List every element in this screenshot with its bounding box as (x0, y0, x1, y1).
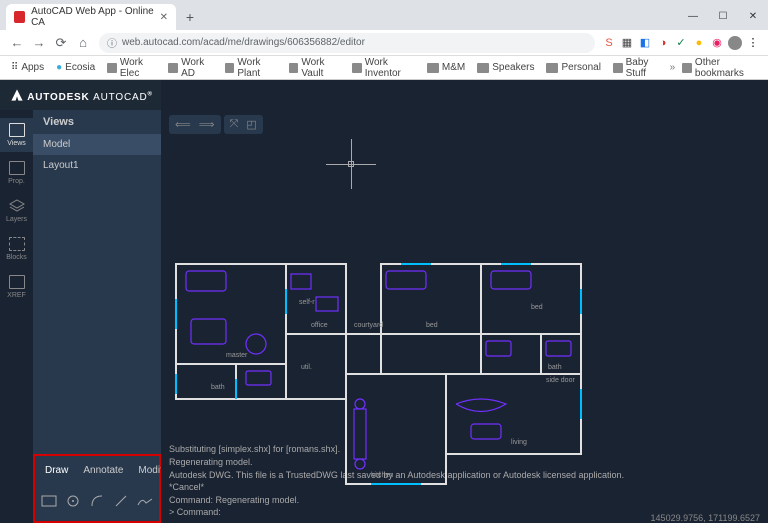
tool-tabs: Draw Annotate Modify (33, 454, 161, 485)
status-coordinates: 145029.9756, 171199.6527 (651, 513, 760, 523)
reload-button[interactable]: ⟳ (50, 35, 72, 51)
url-input[interactable]: ⓘ web.autocad.com/acad/me/drawings/60635… (99, 33, 595, 53)
rectangle-tool[interactable] (39, 491, 59, 511)
undo-button[interactable]: ⟸ (175, 118, 191, 131)
label-master: master (226, 352, 248, 359)
xref-icon (9, 275, 25, 289)
properties-icon (9, 161, 25, 175)
rail-properties[interactable]: Prop. (0, 156, 33, 190)
label-bed2: bed (531, 304, 543, 311)
bookmark-item[interactable]: Work Elec (102, 57, 161, 79)
label-bath1: bath (211, 384, 225, 391)
extension-icon[interactable]: ◉ (708, 35, 726, 51)
label-self: self-r (299, 299, 315, 306)
view-layout1[interactable]: Layout1 (33, 155, 161, 176)
other-bookmarks[interactable]: Other bookmarks (677, 57, 762, 79)
minimize-button[interactable]: — (678, 6, 708, 26)
drawing-canvas[interactable]: master office courtyard bed bed bath bat… (161, 139, 768, 439)
label-kitchen: kitchen (371, 472, 393, 479)
label-bed1: bed (426, 322, 438, 329)
forward-button[interactable]: → (28, 35, 50, 50)
left-rail: Views Prop. Layers Blocks XREF (0, 80, 33, 523)
bookmark-item[interactable]: Work Plant (220, 57, 282, 79)
close-tab-icon[interactable]: ✕ (160, 12, 168, 23)
bookmark-item[interactable]: Baby Stuff (608, 57, 668, 79)
new-tab-button[interactable]: + (180, 7, 200, 27)
extension-icon[interactable]: ▦ (618, 35, 636, 51)
window-controls: — ☐ ✕ (678, 6, 768, 26)
side-panel: Views Model Layout1 Draw Annotate Modify (33, 80, 161, 523)
browser-tab[interactable]: AutoCAD Web App - Online CA ✕ (6, 4, 176, 30)
close-window-button[interactable]: ✕ (738, 6, 768, 26)
label-util: util. (301, 364, 312, 371)
label-living: living (511, 439, 527, 446)
polyline-tool[interactable] (135, 491, 155, 511)
bookmark-item[interactable]: Personal (541, 62, 605, 73)
bookmark-item[interactable]: Work Vault (284, 57, 345, 79)
bookmark-item[interactable]: Work Inventor (347, 57, 420, 79)
circle-tool[interactable] (63, 491, 83, 511)
rail-blocks[interactable]: Blocks (0, 232, 33, 266)
bookmark-item[interactable]: ●Ecosia (51, 62, 100, 73)
bookmark-item[interactable]: M&M (422, 62, 470, 73)
bookmark-item[interactable]: Work AD (163, 57, 217, 79)
browser-tabstrip: AutoCAD Web App - Online CA ✕ + — ☐ ✕ (0, 0, 768, 30)
view-model[interactable]: Model (33, 134, 161, 155)
extension-icon[interactable]: ◧ (636, 35, 654, 51)
views-header: Views (33, 110, 161, 134)
zoom-window-button[interactable]: ◰ (246, 118, 256, 131)
maximize-button[interactable]: ☐ (708, 6, 738, 26)
menu-button[interactable]: ⋮ (744, 35, 762, 51)
views-icon (9, 123, 25, 137)
apps-icon: ⠿ (11, 62, 18, 73)
draw-tools (33, 485, 161, 523)
rail-xref[interactable]: XREF (0, 270, 33, 304)
canvas-toolbar: ⟸ ⟹ ⤧ ◰ (161, 110, 768, 139)
bookmark-item[interactable]: ⠿Apps (6, 62, 49, 73)
line-tool[interactable] (111, 491, 131, 511)
extension-icon[interactable]: ◑ (654, 35, 672, 51)
label-sidedoor: side door (546, 377, 575, 384)
canvas-area: ⟸ ⟹ ⤧ ◰ (161, 80, 768, 523)
extension-icon[interactable]: S (600, 35, 618, 51)
brand-logo: AUTODESK AUTOCAD® (10, 88, 153, 103)
label-bath2: bath (548, 364, 562, 371)
label-courtyard: courtyard (354, 322, 383, 329)
back-button[interactable]: ← (6, 35, 28, 50)
profile-avatar[interactable] (726, 35, 744, 51)
rail-layers[interactable]: Layers (0, 194, 33, 228)
tab-annotate[interactable]: Annotate (77, 462, 129, 479)
command-input[interactable]: Command: (177, 507, 221, 517)
extension-icon[interactable]: ● (690, 35, 708, 51)
ecosia-icon: ● (56, 62, 62, 73)
floor-plan: master office courtyard bed bed bath bat… (171, 259, 631, 489)
zoom-extents-button[interactable]: ⤧ (230, 118, 239, 131)
bookmarks-bar: ⠿Apps ●Ecosia Work Elec Work AD Work Pla… (0, 56, 768, 80)
tab-title: AutoCAD Web App - Online CA (31, 6, 160, 28)
redo-button[interactable]: ⟹ (199, 118, 215, 131)
label-office: office (311, 322, 328, 329)
bookmark-item[interactable]: Speakers (472, 62, 539, 73)
rail-views[interactable]: Views (0, 118, 33, 152)
favicon (14, 11, 25, 23)
command-prompt-icon: > (169, 507, 174, 517)
layers-icon (9, 199, 25, 213)
tab-draw[interactable]: Draw (39, 462, 74, 479)
home-button[interactable]: ⌂ (72, 35, 94, 50)
arc-tool[interactable] (87, 491, 107, 511)
extension-icon[interactable]: ✓ (672, 35, 690, 51)
blocks-icon (9, 237, 25, 251)
address-bar: ← → ⟳ ⌂ ⓘ web.autocad.com/acad/me/drawin… (0, 30, 768, 56)
